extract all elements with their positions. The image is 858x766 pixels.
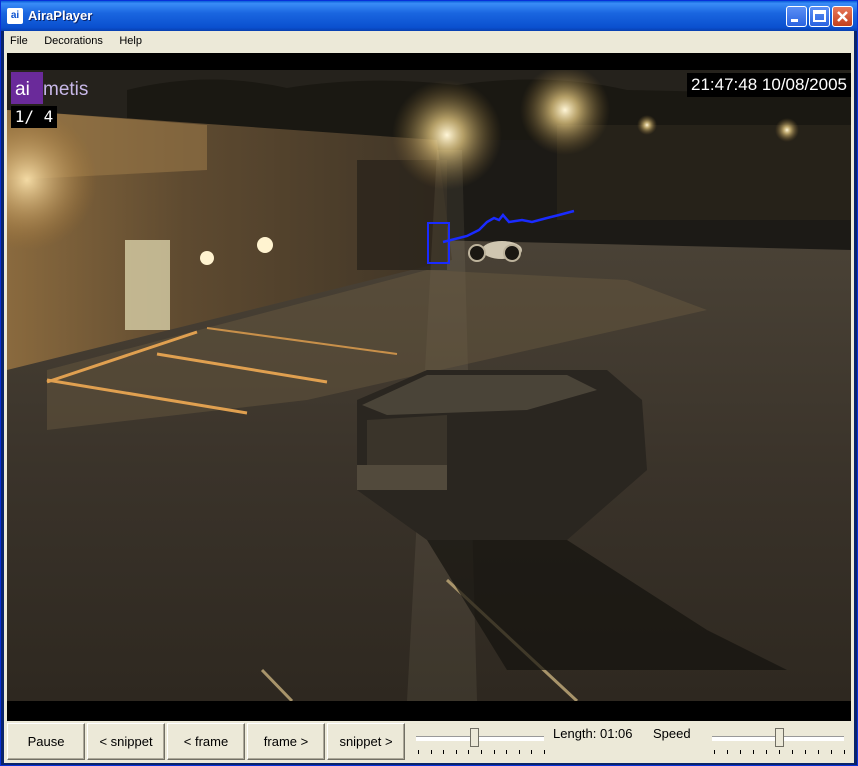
position-slider-thumb[interactable] xyxy=(470,728,479,747)
playback-controls: Pause < snippet < frame frame > snippet … xyxy=(4,722,854,762)
slider-tick xyxy=(727,750,728,754)
slider-tick xyxy=(779,750,780,754)
surveillance-frame xyxy=(7,70,851,701)
client-area: ai metis 1/ 4 21:47:48 10/08/2005 Pause … xyxy=(4,51,854,763)
slider-tick xyxy=(544,750,545,754)
position-slider-track[interactable] xyxy=(416,736,544,741)
minimize-button[interactable] xyxy=(786,6,807,27)
slider-tick xyxy=(468,750,469,754)
aimetis-logo: ai metis xyxy=(11,72,115,104)
next-snippet-button[interactable]: snippet > xyxy=(327,723,405,760)
close-icon xyxy=(837,11,848,22)
slider-tick xyxy=(506,750,507,754)
length-label: Length: 01:06 xyxy=(553,726,633,741)
slider-tick xyxy=(443,750,444,754)
slider-tick xyxy=(805,750,806,754)
svg-text:metis: metis xyxy=(43,79,88,100)
slider-tick xyxy=(831,750,832,754)
slider-tick xyxy=(481,750,482,754)
slider-tick xyxy=(844,750,845,754)
frame-counter: 1/ 4 xyxy=(11,106,57,128)
svg-text:ai: ai xyxy=(15,79,30,100)
timestamp: 21:47:48 10/08/2005 xyxy=(687,73,851,97)
speed-slider[interactable] xyxy=(712,725,846,759)
slider-tick xyxy=(519,750,520,754)
menu-bar: File Decorations Help xyxy=(4,31,854,51)
application-window: ai AiraPlayer File Decorations Help ai m… xyxy=(0,0,858,766)
app-icon[interactable]: ai xyxy=(7,8,23,24)
slider-tick xyxy=(418,750,419,754)
maximize-button[interactable] xyxy=(809,6,830,27)
slider-tick xyxy=(740,750,741,754)
menu-decorations[interactable]: Decorations xyxy=(38,31,109,51)
slider-tick xyxy=(531,750,532,754)
minimize-icon xyxy=(791,19,798,22)
close-button[interactable] xyxy=(832,6,853,27)
slider-tick xyxy=(766,750,767,754)
slider-tick xyxy=(792,750,793,754)
next-frame-button[interactable]: frame > xyxy=(247,723,325,760)
slider-tick xyxy=(456,750,457,754)
slider-tick xyxy=(714,750,715,754)
slider-tick xyxy=(494,750,495,754)
slider-tick xyxy=(431,750,432,754)
prev-frame-button[interactable]: < frame xyxy=(167,723,245,760)
menu-file[interactable]: File xyxy=(4,31,34,51)
speed-label: Speed xyxy=(653,726,691,741)
slider-tick xyxy=(753,750,754,754)
pause-button[interactable]: Pause xyxy=(7,723,85,760)
title-bar[interactable]: ai AiraPlayer xyxy=(1,1,857,31)
slider-tick xyxy=(818,750,819,754)
position-slider[interactable] xyxy=(416,725,546,759)
menu-help[interactable]: Help xyxy=(113,31,148,51)
prev-snippet-button[interactable]: < snippet xyxy=(87,723,165,760)
speed-slider-thumb[interactable] xyxy=(775,728,784,747)
maximize-icon xyxy=(813,10,826,22)
video-display[interactable]: ai metis 1/ 4 21:47:48 10/08/2005 xyxy=(7,53,851,721)
window-title: AiraPlayer xyxy=(28,8,93,23)
aimetis-logo-icon: ai metis xyxy=(11,72,88,104)
